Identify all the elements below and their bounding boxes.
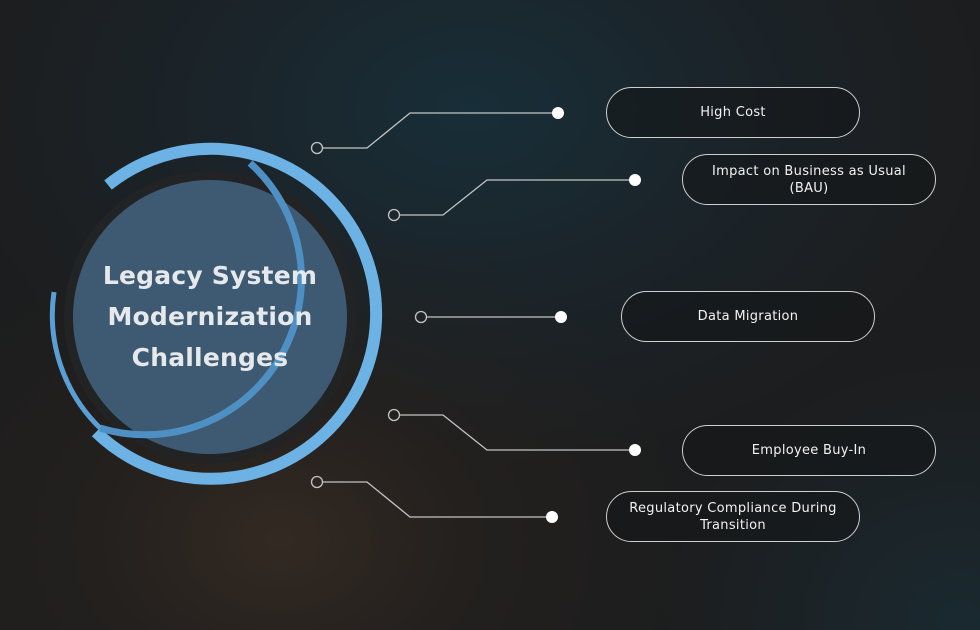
challenge-label: Data Migration <box>697 309 799 324</box>
challenge-pill-high-cost: High Cost <box>606 87 860 138</box>
challenge-label: Impact on Business as Usual (BAU) <box>712 163 906 196</box>
center-title-line-2: Modernization <box>107 302 313 331</box>
challenge-label: Employee Buy-In <box>751 443 867 458</box>
connector-employee-buy-in <box>387 408 641 456</box>
challenge-pill-impact-bau: Impact on Business as Usual (BAU) <box>682 154 936 205</box>
challenge-pill-data-migration: Data Migration <box>621 291 875 342</box>
connector-high-cost <box>310 107 564 155</box>
connector-regulatory-compliance <box>310 475 558 523</box>
challenge-label: Regulatory Compliance During Transition <box>629 500 837 533</box>
connector-data-migration <box>414 310 567 324</box>
center-title-line-3: Challenges <box>131 343 289 372</box>
center-title-line-1: Legacy System <box>102 261 318 290</box>
challenge-pill-regulatory-compliance: Regulatory Compliance During Transition <box>606 491 860 542</box>
center-title: Legacy System Modernization Challenges <box>80 255 340 378</box>
challenge-label: High Cost <box>700 105 766 120</box>
connector-impact-bau <box>387 174 641 222</box>
challenge-pill-employee-buy-in: Employee Buy-In <box>682 425 936 476</box>
